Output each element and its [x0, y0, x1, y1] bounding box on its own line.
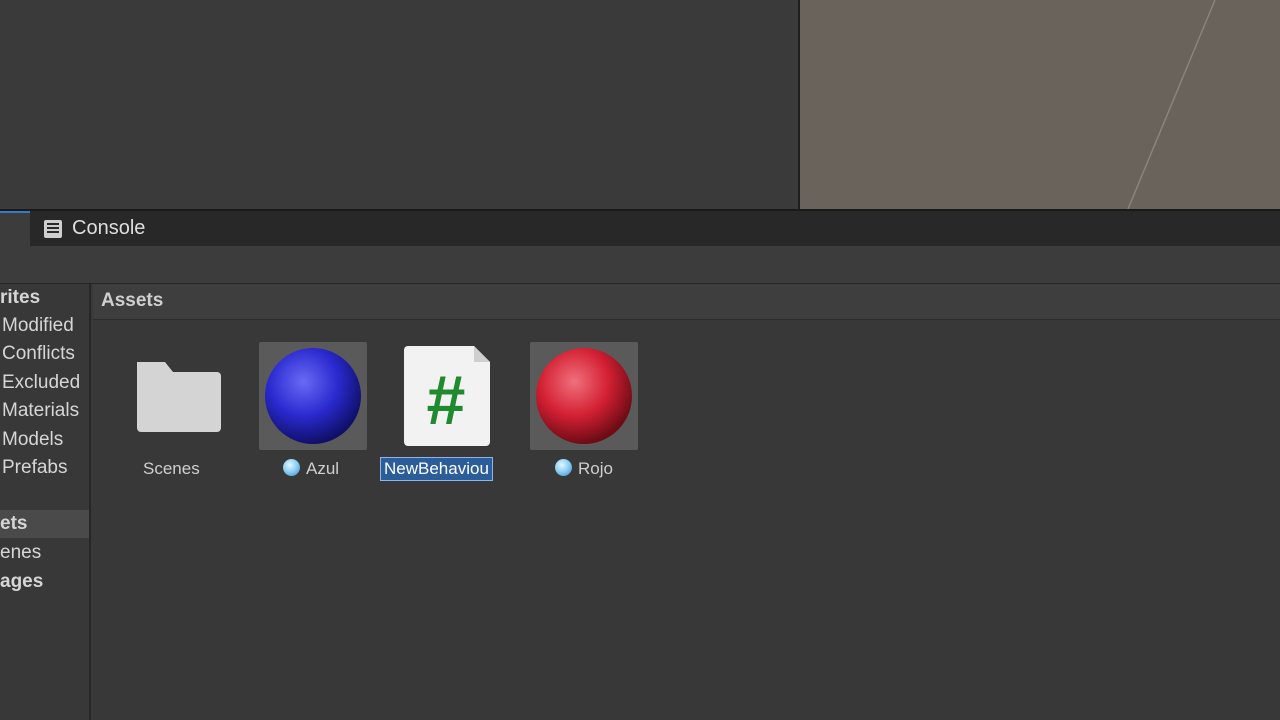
tree-favorites-heading[interactable]: rites: [0, 284, 40, 312]
scene-gizmo-line: [1127, 0, 1216, 209]
asset-label-azul-text: Azul: [306, 459, 340, 478]
project-toolbar: [0, 246, 1280, 284]
scene-view[interactable]: [798, 0, 1280, 209]
tree-item-excluded[interactable]: Excluded: [2, 369, 80, 397]
tree-item-materials[interactable]: Materials: [2, 397, 79, 425]
tree-item-conflicts[interactable]: Conflicts: [2, 340, 75, 368]
tab-console-label: Console: [72, 217, 146, 239]
bottom-tab-bar: Console: [0, 209, 1280, 246]
console-icon: [44, 219, 62, 238]
asset-grid: Scenes Azul # NewBehaviou Rojo: [93, 320, 1280, 720]
material-sphere-icon: [536, 348, 632, 444]
csharp-script-icon: #: [404, 346, 490, 446]
asset-label-rojo-text: Rojo: [578, 459, 613, 478]
tree-item-assets[interactable]: ets: [0, 510, 89, 538]
asset-label-rojo: Rojo: [555, 459, 613, 479]
rename-field[interactable]: NewBehaviou: [380, 457, 493, 481]
tree-item-assets-label: ets: [0, 513, 28, 534]
folder-icon: [137, 362, 221, 432]
project-folder-tree: rites Modified Conflicts Excluded Materi…: [0, 284, 91, 720]
material-icon: [283, 459, 300, 476]
tree-item-prefabs[interactable]: Prefabs: [2, 454, 67, 482]
asset-label-scenes: Scenes: [143, 459, 200, 478]
tree-item-scenes[interactable]: enes: [0, 539, 41, 567]
material-icon: [555, 459, 572, 476]
asset-label-azul: Azul: [283, 459, 339, 479]
breadcrumb-bar: Assets: [93, 284, 1280, 320]
tree-item-modified[interactable]: Modified: [2, 312, 74, 340]
tab-console[interactable]: Console: [44, 211, 145, 246]
tab-project[interactable]: [0, 211, 30, 246]
script-glyph: #: [427, 361, 466, 439]
material-sphere-icon: [265, 348, 361, 444]
tree-item-models[interactable]: Models: [2, 426, 63, 454]
material-thumbnail: [530, 342, 638, 450]
hierarchy-pane: [0, 0, 798, 209]
breadcrumb[interactable]: Assets: [101, 290, 163, 312]
material-thumbnail: [259, 342, 367, 450]
tree-item-packages[interactable]: ages: [0, 568, 43, 596]
